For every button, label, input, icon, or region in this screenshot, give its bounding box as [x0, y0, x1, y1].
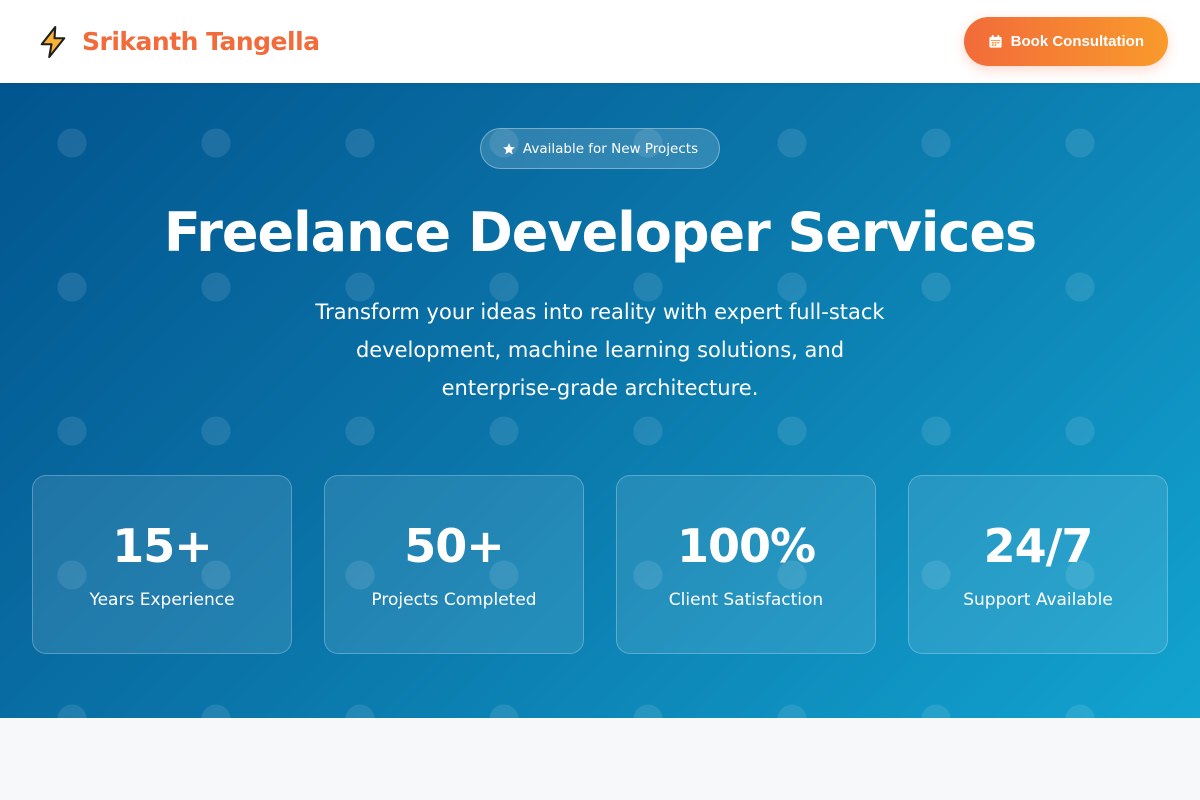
brand[interactable]: Srikanth Tangella	[34, 23, 320, 61]
availability-badge: Available for New Projects	[480, 128, 720, 169]
stat-value: 15+	[112, 519, 213, 573]
content-section	[0, 718, 1200, 800]
stat-card-satisfaction: 100% Client Satisfaction	[616, 475, 876, 654]
stat-card-support: 24/7 Support Available	[908, 475, 1168, 654]
stat-label: Projects Completed	[371, 590, 537, 610]
stat-value: 24/7	[983, 519, 1094, 573]
lightning-bolt-icon	[34, 23, 72, 61]
stat-value: 100%	[676, 519, 816, 573]
hero-section: Available for New Projects Freelance Dev…	[0, 83, 1200, 718]
calendar-icon	[988, 34, 1003, 49]
availability-badge-label: Available for New Projects	[522, 140, 699, 157]
hero-title: Freelance Developer Services	[163, 201, 1037, 264]
brand-name: Srikanth Tangella	[82, 27, 320, 56]
book-consultation-button[interactable]: Book Consultation	[963, 17, 1168, 66]
stats-row: 15+ Years Experience 50+ Projects Comple…	[32, 475, 1168, 654]
stat-label: Client Satisfaction	[668, 590, 824, 610]
book-consultation-label: Book Consultation	[1010, 33, 1144, 50]
star-icon	[502, 142, 516, 156]
hero-subtitle: Transform your ideas into reality with e…	[315, 300, 885, 400]
stat-card-experience: 15+ Years Experience	[32, 475, 292, 654]
site-header: Srikanth Tangella Book Consultation	[0, 0, 1200, 83]
stat-card-projects: 50+ Projects Completed	[324, 475, 584, 654]
stat-label: Support Available	[963, 590, 1113, 610]
stat-label: Years Experience	[89, 590, 235, 610]
stat-value: 50+	[404, 519, 505, 573]
